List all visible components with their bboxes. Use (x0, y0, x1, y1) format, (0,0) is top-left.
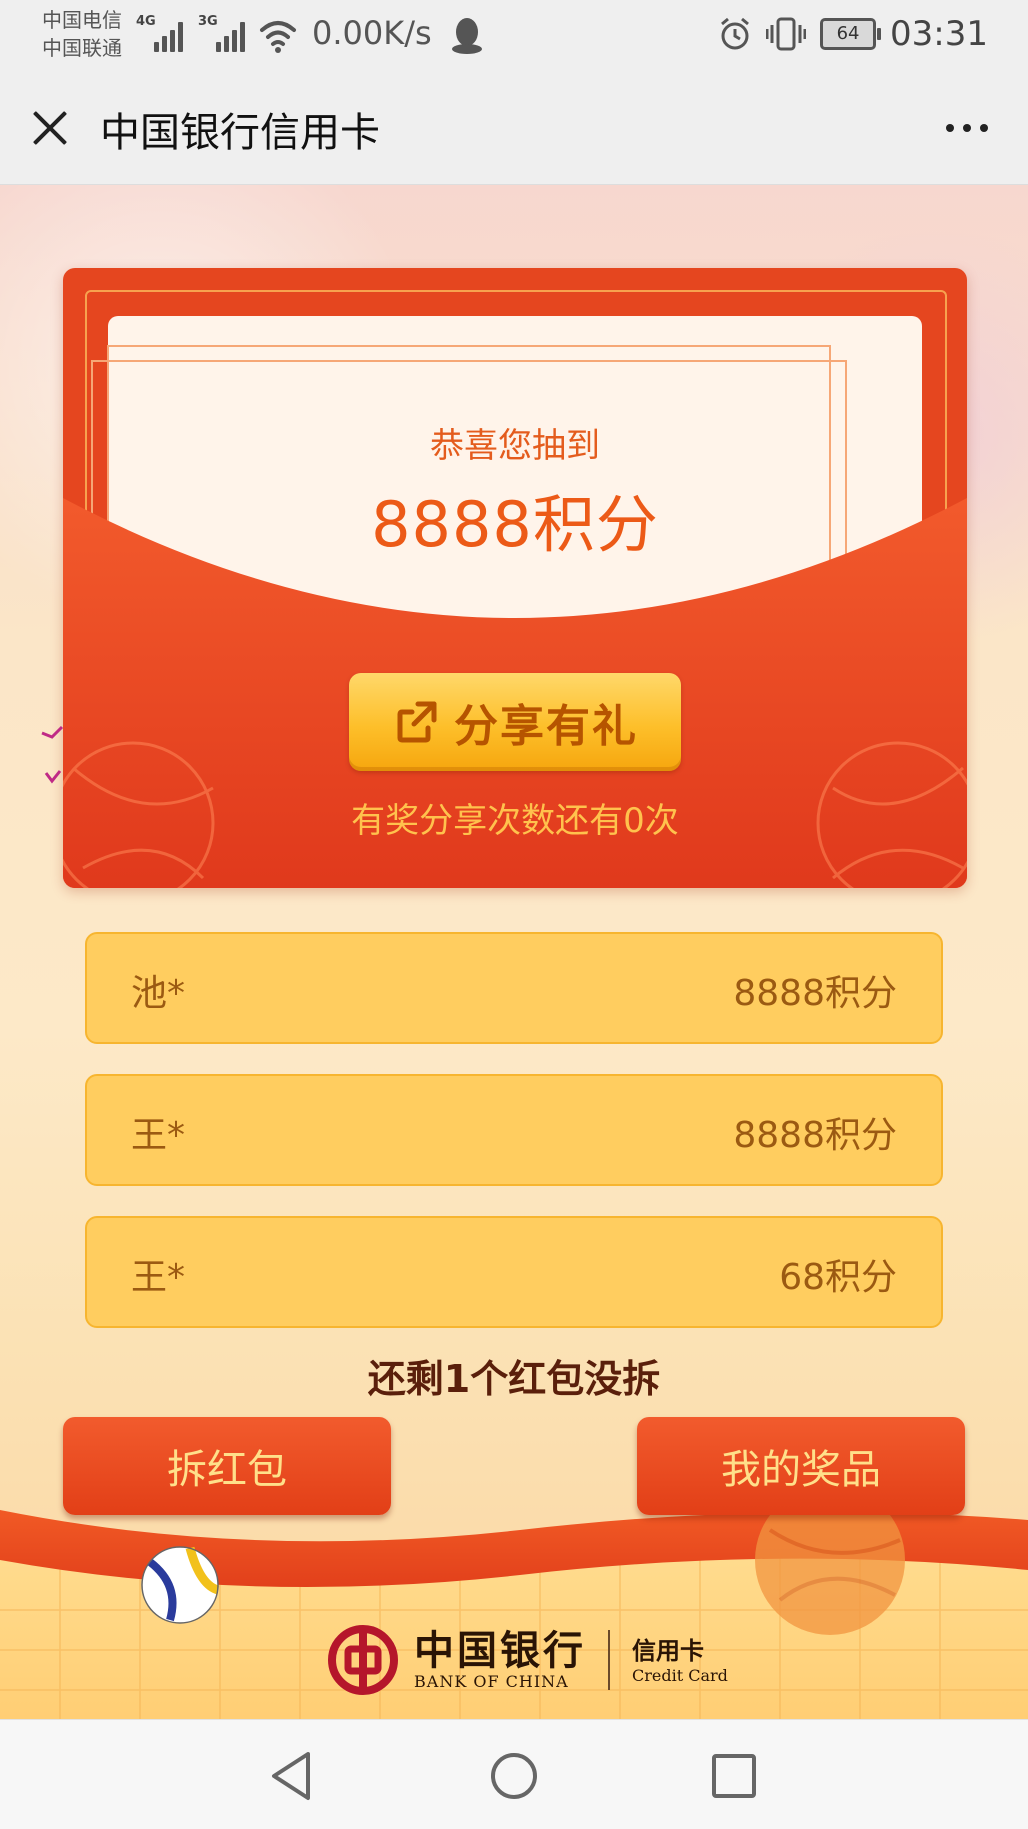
open-envelope-button[interactable]: 拆红包 (63, 1417, 391, 1515)
volleyball-icon (141, 1546, 220, 1624)
clock: 03:31 (890, 14, 988, 54)
close-icon[interactable] (28, 106, 72, 150)
bank-logo: 中国银行 BANK OF CHINA 信用卡 Credit Card (328, 1625, 728, 1695)
red-envelope-card: 恭喜您抽到 8888积分 分享有礼 有奖分享次数还有0次 (63, 268, 967, 888)
wifi-icon (260, 21, 296, 53)
signal-2-tag: 3G (198, 14, 218, 29)
carrier-2: 中国联通 (42, 36, 122, 60)
credit-card-cn: 信用卡 (632, 1636, 704, 1665)
winner-name: 王* (131, 1257, 186, 1298)
title-bar: 中国银行信用卡 (0, 72, 1028, 185)
winner-points: 68积分 (779, 1257, 897, 1298)
more-icon[interactable] (946, 124, 988, 132)
net-speed: 0.00K/s (312, 14, 432, 52)
share-hint: 有奖分享次数还有0次 (351, 801, 679, 841)
my-prizes-label: 我的奖品 (721, 1447, 881, 1493)
my-prizes-button[interactable]: 我的奖品 (637, 1417, 965, 1515)
share-button-label: 分享有礼 (454, 701, 638, 752)
bank-name: 中国银行 BANK OF CHINA (414, 1626, 586, 1691)
signal-2-icon: 3G (198, 14, 246, 52)
winner-points: 8888积分 (733, 973, 897, 1014)
bird-decor-icon (41, 725, 64, 784)
system-nav-bar (0, 1719, 1028, 1829)
winner-name: 池* (131, 973, 186, 1014)
share-icon (397, 701, 437, 743)
qq-icon (452, 18, 482, 54)
winner-row: 池* 8888积分 (85, 932, 943, 1044)
page-title: 中国银行信用卡 (100, 110, 380, 156)
battery-icon: 64 (820, 18, 882, 50)
open-envelope-label: 拆红包 (167, 1447, 287, 1493)
boc-logo-icon (328, 1625, 398, 1695)
home-icon[interactable] (484, 1748, 544, 1804)
page-content: 恭喜您抽到 8888积分 分享有礼 有奖分享次数还有0次 池* 8888积分 王… (0, 185, 1028, 1719)
winner-points: 8888积分 (733, 1115, 897, 1156)
logo-divider (608, 1630, 610, 1690)
status-right: 64 03:31 (718, 14, 988, 54)
bank-name-cn: 中国银行 (414, 1626, 586, 1674)
carrier-1: 中国电信 (42, 8, 122, 32)
alarm-icon (721, 17, 749, 50)
signal-1-tag: 4G (136, 14, 156, 29)
bank-name-en: BANK OF CHINA (414, 1671, 569, 1691)
status-bar: 中国电信 中国联通 4G 3G 0.00K/s 64 03:31 (0, 0, 1028, 72)
winner-row: 王* 68积分 (85, 1216, 943, 1328)
vibrate-icon (766, 17, 807, 51)
credit-card-label: 信用卡 Credit Card (632, 1636, 728, 1685)
carrier-names: 中国电信 中国联通 (42, 6, 122, 62)
winner-name: 王* (131, 1115, 186, 1156)
winner-row: 王* 8888积分 (85, 1074, 943, 1186)
credit-card-en: Credit Card (632, 1665, 728, 1685)
share-button[interactable]: 分享有礼 (349, 673, 681, 771)
recents-icon[interactable] (704, 1748, 764, 1804)
remaining-envelopes-text: 还剩1个红包没拆 (367, 1357, 661, 1401)
signal-1-icon: 4G (136, 14, 184, 52)
back-icon[interactable] (264, 1748, 324, 1804)
